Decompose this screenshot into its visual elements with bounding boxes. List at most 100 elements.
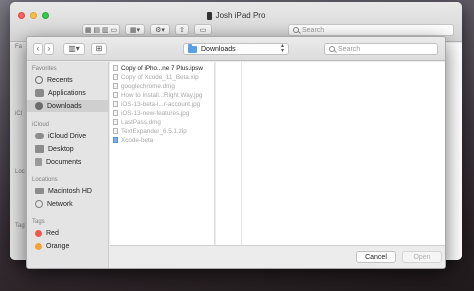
file-name: LastPass.dmg xyxy=(121,118,161,126)
sidebar-item-applications[interactable]: Applications xyxy=(27,87,109,99)
panel-button-bar: Cancel Open xyxy=(110,245,445,268)
file-name: iOS-13-new-features.jpg xyxy=(121,109,190,117)
list-item: Copy of Xcode_11_Beta.xip xyxy=(113,73,213,81)
background-toolbar: ▦ ▤ ▥ ▭ ▦▾ ⚙▾ ⇧ ▭ xyxy=(82,24,212,35)
sidebar-item-label: Applications xyxy=(48,89,86,97)
archive-icon xyxy=(113,74,118,80)
disk-image-icon xyxy=(113,119,118,125)
panel-search-field[interactable]: Search xyxy=(324,43,438,55)
open-button[interactable]: Open xyxy=(402,251,442,263)
chevron-right-icon: › xyxy=(47,44,51,53)
list-item: iOS-13-beta-i...r-account.jpg xyxy=(113,100,213,108)
open-file-panel: ‹ › ▥▾ ⊞ Downloads ▴ ▾ Search Favorites R… xyxy=(26,36,446,269)
search-icon xyxy=(329,46,335,52)
sidebar-heading-favorites: Favorites xyxy=(32,66,57,72)
panel-search-placeholder: Search xyxy=(338,45,361,53)
sidebar-item-tag-red[interactable]: Red xyxy=(27,227,109,239)
disk-image-icon xyxy=(113,83,118,89)
file-name: How to Install...Right Way.jpg xyxy=(121,91,203,99)
sidebar-item-label: Recents xyxy=(47,76,73,84)
new-folder-button[interactable]: ⊞ xyxy=(91,43,107,55)
sidebar-item-tag-orange[interactable]: Orange xyxy=(27,240,109,252)
background-sidebar-label: Loc xyxy=(15,169,25,175)
view-options-button[interactable]: ▥▾ xyxy=(63,43,85,55)
tags-button[interactable]: ▭ xyxy=(194,24,212,35)
cancel-button[interactable]: Cancel xyxy=(356,251,396,263)
group-button[interactable]: ▦▾ xyxy=(125,24,145,35)
background-search-placeholder: Search xyxy=(302,26,325,34)
location-label: Downloads xyxy=(201,45,236,53)
sidebar-item-label: Downloads xyxy=(47,102,82,110)
window-title-text: Josh iPad Pro xyxy=(215,11,266,20)
sidebar-heading-tags: Tags xyxy=(32,219,45,225)
file-icon xyxy=(113,65,118,71)
image-file-icon xyxy=(113,101,118,107)
sidebar-heading-icloud: iCloud xyxy=(32,122,50,128)
file-list: Copy of iPho...ne 7 Plus.ipsw Copy of Xc… xyxy=(110,62,215,245)
ipad-icon xyxy=(206,11,212,20)
back-button[interactable]: ‹ xyxy=(33,43,43,55)
file-name: Xcode-beta xyxy=(121,136,154,144)
location-popup[interactable]: Downloads ▴ ▾ xyxy=(183,43,289,55)
sidebar-item-macintosh-hd[interactable]: Macintosh HD xyxy=(27,185,109,197)
image-file-icon xyxy=(113,110,118,116)
window-title: Josh iPad Pro xyxy=(10,11,462,20)
file-name: TextExpander_6.5.1.zip xyxy=(121,127,187,135)
file-name: iOS-13-beta-i...r-account.jpg xyxy=(121,100,201,108)
sidebar-item-label: Desktop xyxy=(48,145,74,153)
forward-button[interactable]: › xyxy=(44,43,54,55)
gear-icon: ⚙▾ xyxy=(155,26,165,34)
sidebar-item-label: Macintosh HD xyxy=(48,187,92,195)
list-item[interactable]: Copy of iPho...ne 7 Plus.ipsw xyxy=(113,64,213,72)
sidebar-heading-locations: Locations xyxy=(32,177,58,183)
cloud-icon xyxy=(35,133,44,139)
background-sidebar-label: iCl xyxy=(15,111,22,117)
file-name: googlechrome.dmg xyxy=(121,82,175,90)
document-icon xyxy=(35,158,42,166)
columns-view-icon: ▥▾ xyxy=(68,44,80,53)
image-file-icon xyxy=(113,92,118,98)
tag-icon: ▭ xyxy=(199,26,207,34)
list-item: iOS-13-new-features.jpg xyxy=(113,109,213,117)
tag-dot-icon xyxy=(35,229,42,237)
list-item: LastPass.dmg xyxy=(113,118,213,126)
search-icon xyxy=(293,27,299,33)
background-search-field[interactable]: Search xyxy=(288,24,454,36)
file-name: Copy of Xcode_11_Beta.xip xyxy=(121,73,199,81)
chevron-left-icon: ‹ xyxy=(36,44,40,53)
action-button[interactable]: ⚙▾ xyxy=(150,24,170,35)
sidebar-item-desktop[interactable]: Desktop xyxy=(27,143,109,155)
sidebar-item-downloads[interactable]: Downloads xyxy=(27,100,109,112)
applications-icon xyxy=(35,89,44,97)
view-mode-segmented-control[interactable]: ▦ ▤ ▥ ▭ xyxy=(82,24,120,35)
share-icon: ⇧ xyxy=(179,26,185,34)
list-item: Xcode-beta xyxy=(113,136,213,144)
sidebar-item-label: Red xyxy=(46,229,59,237)
chevron-updown-icon: ▴ ▾ xyxy=(280,43,284,54)
background-sidebar-label: Tag xyxy=(15,223,25,229)
sidebar-item-label: Documents xyxy=(46,158,82,166)
sidebar-item-network[interactable]: Network xyxy=(27,198,109,210)
tag-dot-icon xyxy=(35,242,42,250)
archive-icon xyxy=(113,128,118,134)
globe-icon xyxy=(35,200,43,208)
sidebar-item-recents[interactable]: Recents xyxy=(27,74,109,86)
desktop-icon xyxy=(35,145,44,153)
sidebar-item-label: Orange xyxy=(46,242,70,250)
sidebar-item-icloud-drive[interactable]: iCloud Drive xyxy=(27,130,109,142)
preview-column xyxy=(216,62,445,245)
panel-toolbar: ‹ › ▥▾ ⊞ Downloads ▴ ▾ Search xyxy=(27,37,445,61)
disk-icon xyxy=(35,188,44,194)
background-sidebar-label: Fa xyxy=(15,44,23,50)
app-icon xyxy=(113,137,118,143)
list-item: How to Install...Right Way.jpg xyxy=(113,91,213,99)
share-button[interactable]: ⇧ xyxy=(175,24,189,35)
group-icon: ▦▾ xyxy=(129,26,141,34)
downloads-icon xyxy=(35,102,43,110)
sidebar-item-label: Network xyxy=(47,200,73,208)
view-mode-icon: ▦ ▤ ▥ ▭ xyxy=(84,26,118,34)
sidebar-item-documents[interactable]: Documents xyxy=(27,156,109,168)
clock-icon xyxy=(35,76,43,84)
folder-icon xyxy=(188,43,197,53)
file-name: Copy of iPho...ne 7 Plus.ipsw xyxy=(121,64,203,72)
